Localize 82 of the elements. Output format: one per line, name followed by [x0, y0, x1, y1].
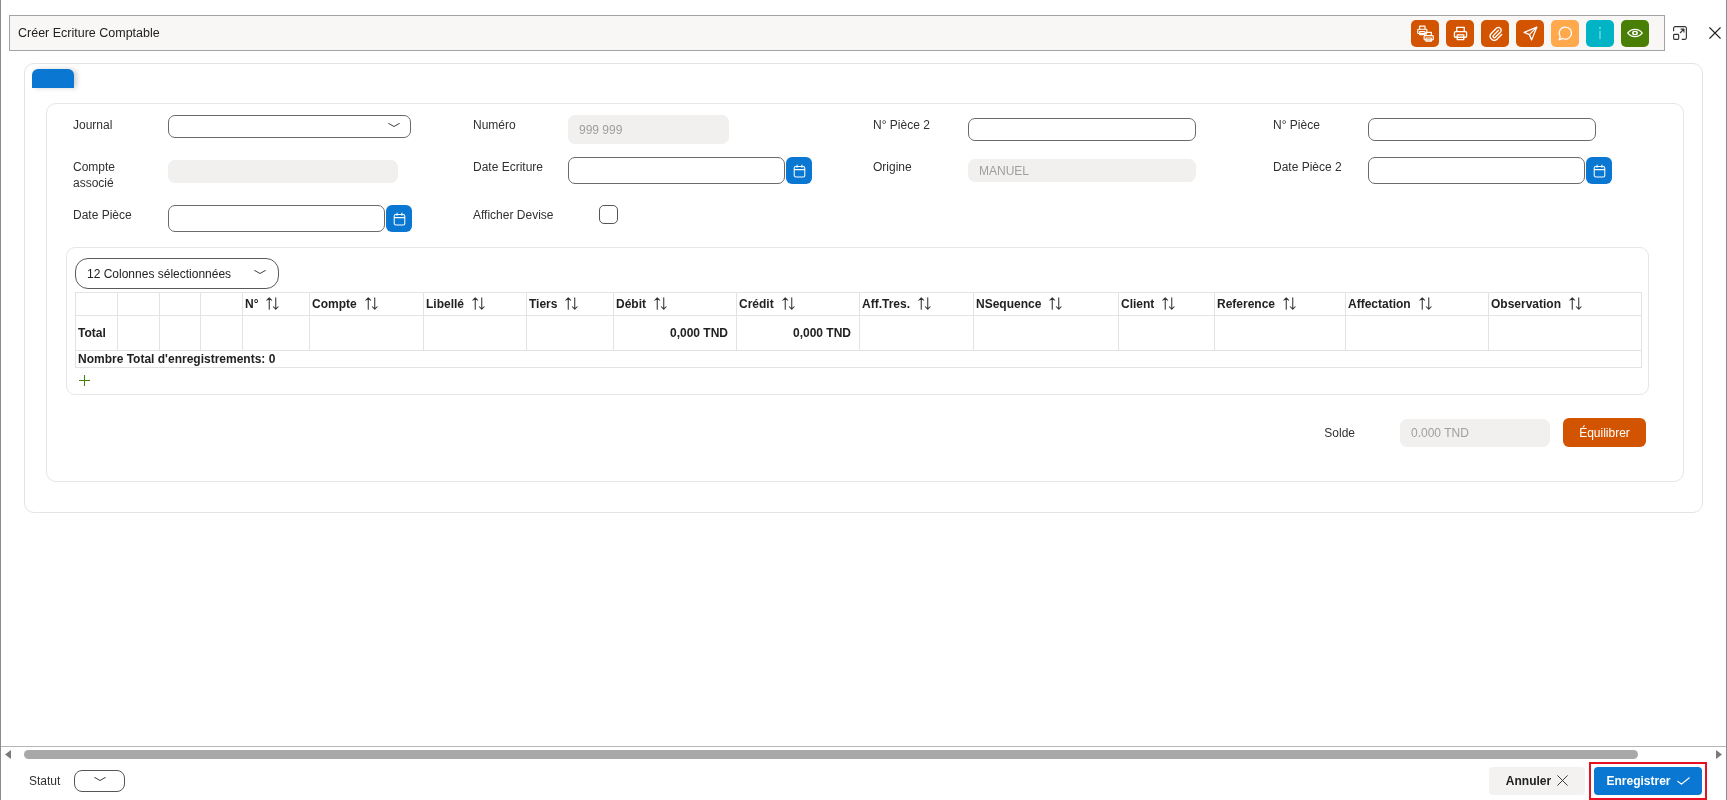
window-title: Créer Ecriture Comptable	[18, 26, 161, 40]
sort-icon	[654, 297, 667, 311]
save-button[interactable]: Enregistrer	[1594, 766, 1702, 795]
sort-icon	[472, 297, 485, 311]
printers-icon	[1416, 24, 1434, 42]
printer-icon	[1452, 25, 1468, 41]
print-button[interactable]	[1446, 19, 1474, 47]
column-header[interactable]: NSequence	[973, 292, 1119, 316]
field-label: N° Pièce	[1273, 117, 1321, 133]
date-field[interactable]	[168, 205, 385, 232]
field-label: Numéro	[473, 117, 517, 133]
column-header[interactable]: Tiers	[526, 292, 614, 316]
chevron-down-icon	[93, 777, 106, 784]
paperclip-icon	[1487, 25, 1503, 41]
record-count: Nombre Total d'enregistrements: 0	[75, 350, 1642, 368]
field-label: Afficher Devise	[473, 207, 555, 223]
column-header[interactable]: Aff.Tres.	[859, 292, 974, 316]
sort-icon	[565, 297, 579, 311]
cancel-button[interactable]: Annuler	[1489, 766, 1585, 795]
field-label: Date Pièce 2	[1273, 159, 1343, 175]
date-field[interactable]	[1368, 157, 1585, 184]
column-header[interactable]: N°	[242, 292, 310, 316]
add-icon[interactable]	[79, 375, 90, 386]
field-label: N° Pièce 2	[873, 117, 931, 133]
scroll-right-icon[interactable]	[1716, 749, 1722, 759]
column-header[interactable]: Débit	[613, 292, 737, 316]
send-button[interactable]	[1516, 19, 1544, 47]
batch-print-button[interactable]	[1411, 19, 1439, 47]
chevron-down-icon	[388, 123, 400, 130]
chat-bubble-icon	[1557, 25, 1573, 41]
check-icon	[1676, 775, 1690, 786]
field-label: Journal	[73, 117, 114, 133]
calendar-button[interactable]	[386, 205, 412, 232]
field-label: Compte associé	[73, 159, 117, 191]
calendar-icon	[1592, 163, 1606, 178]
column-selector-button[interactable]: 12 Colonnes sélectionnées	[75, 258, 279, 289]
calendar-icon	[392, 211, 406, 226]
text-field[interactable]	[968, 118, 1196, 141]
table-cell: 0,000 TND	[613, 315, 737, 351]
paper-plane-icon	[1522, 25, 1538, 41]
attach-button[interactable]	[1481, 19, 1509, 47]
info-button[interactable]	[1586, 19, 1614, 47]
calendar-button[interactable]	[786, 157, 812, 184]
expand-icon[interactable]	[1673, 26, 1687, 40]
scroll-left-icon[interactable]	[5, 749, 11, 759]
dropdown-field[interactable]	[168, 115, 411, 138]
checkbox[interactable]	[599, 205, 618, 224]
field-label: Date Ecriture	[473, 159, 545, 175]
column-header[interactable]: Libellé	[423, 292, 527, 316]
chevron-down-icon	[254, 270, 266, 277]
column-header[interactable]: Crédit	[736, 292, 860, 316]
dropdown-field[interactable]	[74, 769, 126, 792]
sort-icon	[1569, 297, 1583, 311]
close-icon[interactable]	[1709, 27, 1721, 39]
sort-icon	[364, 297, 378, 311]
view-button[interactable]	[1621, 19, 1649, 47]
calendar-button[interactable]	[1586, 157, 1612, 184]
scrollbar-thumb[interactable]	[24, 749, 1638, 759]
field-label: Solde	[1324, 425, 1355, 440]
date-field[interactable]	[568, 157, 785, 184]
column-header[interactable]: Compte	[309, 292, 424, 316]
field-label: Date Pièce	[73, 207, 133, 223]
column-header[interactable]: Observation	[1488, 292, 1642, 316]
calendar-icon	[792, 163, 806, 178]
sort-icon	[781, 297, 795, 311]
eye-icon	[1627, 27, 1643, 39]
horizontal-scrollbar[interactable]	[1, 746, 1726, 761]
field-label: Origine	[873, 159, 913, 175]
column-header[interactable]: Reference	[1214, 292, 1346, 316]
sort-icon	[918, 297, 931, 311]
sort-icon	[266, 297, 280, 311]
column-header[interactable]: Affectation	[1345, 292, 1489, 316]
column-header[interactable]: Client	[1118, 292, 1215, 316]
close-icon	[1557, 775, 1569, 786]
table-cell: 0,000 TND	[736, 315, 860, 351]
sort-icon	[1162, 297, 1176, 311]
sort-icon	[1283, 297, 1297, 311]
table-cell: Total	[75, 315, 118, 351]
field-label: Statut	[29, 773, 61, 788]
sort-icon	[1049, 297, 1063, 311]
text-field[interactable]	[1368, 118, 1596, 141]
sort-icon	[1418, 297, 1432, 311]
